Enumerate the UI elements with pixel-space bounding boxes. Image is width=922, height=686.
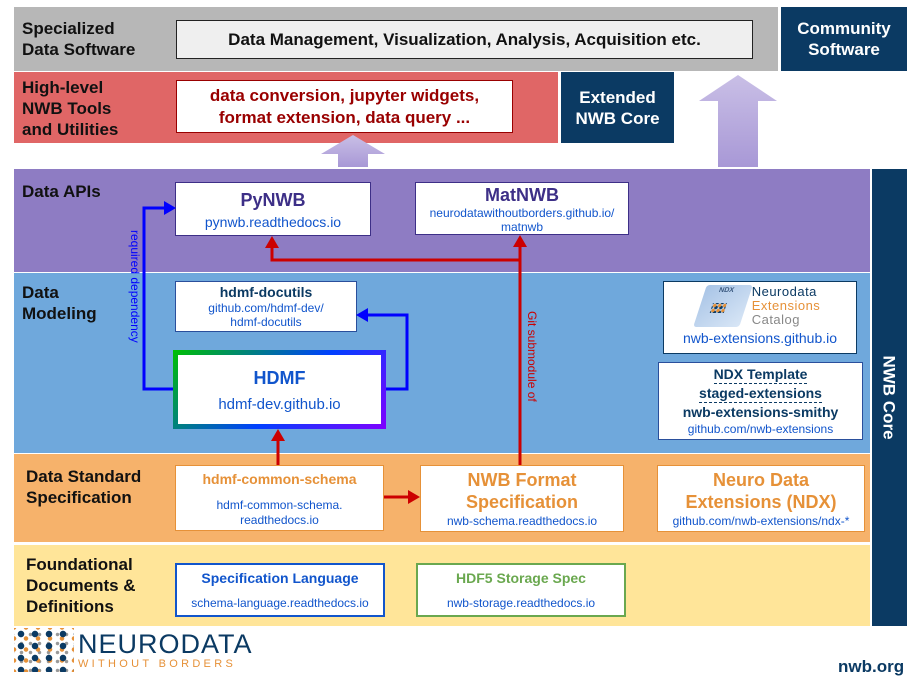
tools-box: data conversion, jupyter widgets, format…	[176, 80, 513, 133]
hdf5-spec-title: HDF5 Storage Spec	[456, 569, 586, 586]
ndx-catalog-box[interactable]: NDX Neurodata Extensions Catalog nwb-ext…	[663, 281, 857, 354]
pynwb-url[interactable]: pynwb.readthedocs.io	[205, 214, 341, 230]
hdmf-common-schema-title: hdmf-common-schema	[202, 471, 357, 487]
hdmf-docutils-box[interactable]: hdmf-docutils github.com/hdmf-dev/ hdmf-…	[175, 281, 357, 332]
ndx-title: Neuro Data Extensions (NDX)	[685, 469, 837, 512]
spec-language-url[interactable]: schema-language.readthedocs.io	[191, 595, 368, 611]
hdmf-common-schema-box[interactable]: hdmf-common-schema hdmf-common-schema. r…	[175, 465, 384, 531]
ndx-template-url[interactable]: github.com/nwb-extensions	[688, 421, 833, 437]
tools-label: High-level NWB Tools and Utilities	[22, 78, 119, 139]
ndx-box[interactable]: Neuro Data Extensions (NDX) github.com/n…	[657, 465, 865, 532]
catalog-line-3: Catalog	[751, 312, 801, 327]
pynwb-title: PyNWB	[240, 189, 306, 210]
spec-language-box[interactable]: Specification Language schema-language.r…	[175, 563, 385, 617]
specialized-software-box: Data Management, Visualization, Analysis…	[176, 20, 753, 59]
tools-text: data conversion, jupyter widgets, format…	[209, 85, 480, 127]
hdf5-spec-url[interactable]: nwb-storage.readthedocs.io	[447, 595, 595, 611]
ndx-catalog-url[interactable]: nwb-extensions.github.io	[683, 330, 837, 346]
network-dots-icon	[14, 628, 74, 672]
smithy-line: nwb-extensions-smithy	[682, 404, 839, 420]
nwb-core-block: NWB Core	[872, 169, 907, 626]
ndx-catalog-logo: NDX Neurodata Extensions Catalog	[692, 284, 821, 327]
logo-main-text: NEURODATA	[78, 628, 253, 659]
ndx-template-line: NDX Template	[713, 366, 808, 384]
staged-extensions-line: staged-extensions	[699, 385, 822, 403]
hdmf-common-schema-url[interactable]: hdmf-common-schema. readthedocs.io	[216, 498, 342, 528]
matnwb-box[interactable]: MatNWB neurodatawithoutborders.github.io…	[415, 182, 629, 235]
pynwb-box[interactable]: PyNWB pynwb.readthedocs.io	[175, 182, 371, 236]
hdmf-title: HDMF	[253, 367, 306, 388]
hdmf-docutils-title: hdmf-docutils	[219, 284, 313, 300]
specialized-software-text: Data Management, Visualization, Analysis…	[228, 29, 701, 49]
community-software-block: Community Software	[781, 7, 907, 71]
hdf5-spec-box[interactable]: HDF5 Storage Spec nwb-storage.readthedoc…	[416, 563, 626, 617]
spec-language-title: Specification Language	[201, 569, 359, 586]
hdmf-url[interactable]: hdmf-dev.github.io	[218, 396, 340, 413]
specialized-software-label: Specialized Data Software	[22, 19, 136, 59]
git-submodule-label: Git submodule of	[525, 311, 539, 402]
data-standard-label: Data Standard Specification	[26, 467, 142, 507]
nwb-format-spec-url[interactable]: nwb-schema.readthedocs.io	[447, 513, 597, 529]
nwb-logo: NEURODATA WITHOUT BORDERS	[14, 628, 253, 672]
data-apis-label: Data APIs	[22, 182, 101, 201]
foundational-label: Foundational Documents & Definitions	[26, 555, 136, 616]
hdmf-box-border: HDMF hdmf-dev.github.io	[173, 350, 386, 429]
ndx-dots	[709, 303, 727, 313]
catalog-line-2: Extensions	[751, 298, 821, 313]
data-modeling-label: Data Modeling	[22, 283, 97, 323]
ndx-book-icon: NDX	[692, 285, 753, 327]
matnwb-url[interactable]: neurodatawithoutborders.github.io/ matnw…	[430, 206, 615, 234]
hdmf-box[interactable]: HDMF hdmf-dev.github.io	[178, 355, 381, 424]
nwb-format-spec-box[interactable]: NWB Format Specification nwb-schema.read…	[420, 465, 624, 532]
catalog-line-1: Neurodata	[751, 284, 817, 299]
hdmf-docutils-url[interactable]: github.com/hdmf-dev/ hdmf-docutils	[208, 301, 323, 329]
nwb-format-spec-title: NWB Format Specification	[465, 469, 579, 512]
ndx-url[interactable]: github.com/nwb-extensions/ndx-*	[673, 513, 850, 529]
ndx-template-box[interactable]: NDX Template staged-extensions nwb-exten…	[658, 362, 863, 440]
nwb-core-label: NWB Core	[880, 355, 899, 440]
nwb-site-link[interactable]: nwb.org	[838, 657, 904, 677]
matnwb-title: MatNWB	[485, 184, 559, 205]
extended-nwb-core-block: Extended NWB Core	[561, 72, 674, 143]
required-dependency-label: required dependency	[128, 230, 142, 343]
ndx-book-label: NDX	[717, 287, 735, 294]
large-up-arrow	[699, 75, 777, 167]
logo-sub-text: WITHOUT BORDERS	[78, 657, 237, 670]
